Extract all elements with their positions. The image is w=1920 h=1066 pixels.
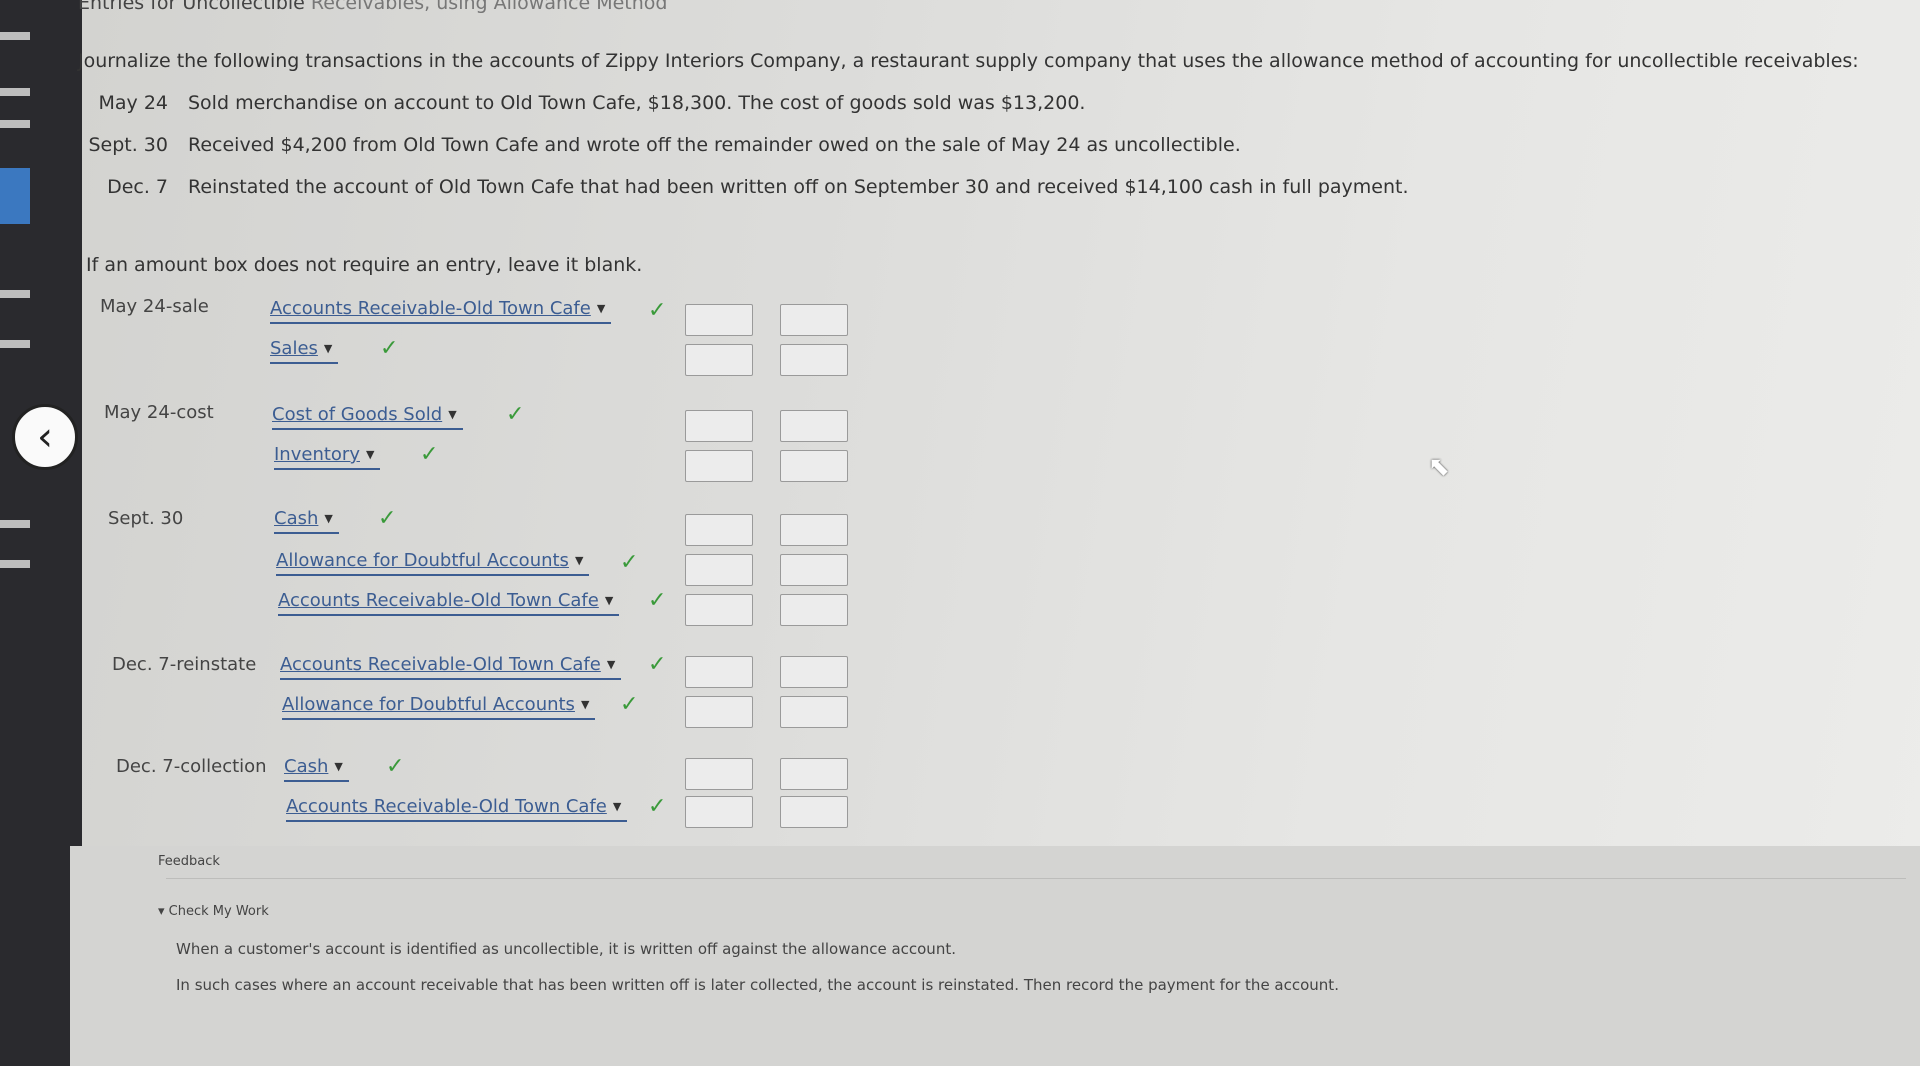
debit-input[interactable] xyxy=(685,656,753,688)
checkmark-icon: ✓ xyxy=(380,336,399,361)
checkmark-icon: ✓ xyxy=(386,754,405,779)
caret-down-icon: ▼ xyxy=(324,512,333,525)
checkmark-icon: ✓ xyxy=(620,550,639,575)
account-select[interactable]: Accounts Receivable-Old Town Cafe ▼ xyxy=(278,590,620,616)
caret-down-icon: ▼ xyxy=(448,408,457,421)
sidebar-stripe xyxy=(0,520,30,528)
caret-down-icon: ▼ xyxy=(365,448,375,461)
account-select[interactable]: Accounts Receivable-Old Town Cafe ▼ xyxy=(270,298,612,324)
debit-input[interactable] xyxy=(685,450,753,482)
chevron-left-icon: ‹ xyxy=(37,414,53,460)
transaction-row: May 24 Sold merchandise on account to Old… xyxy=(98,92,1086,114)
debit-input[interactable] xyxy=(685,410,753,442)
checkmark-icon: ✓ xyxy=(648,298,667,323)
debit-input[interactable] xyxy=(685,304,753,336)
credit-input[interactable] xyxy=(780,410,848,442)
sidebar-stripe xyxy=(0,32,30,40)
credit-input[interactable] xyxy=(780,304,848,336)
sidebar-stripe xyxy=(0,560,30,568)
credit-input[interactable] xyxy=(780,344,848,376)
account-select[interactable]: Accounts Receivable-Old Town Cafe ▼ xyxy=(286,796,628,822)
debit-input[interactable] xyxy=(685,344,753,376)
account-select[interactable]: Cash ▼ xyxy=(274,508,339,534)
account-select[interactable]: Accounts Receivable-Old Town Cafe ▼ xyxy=(280,654,622,680)
credit-input[interactable] xyxy=(780,656,848,688)
debit-input[interactable] xyxy=(685,796,753,828)
checkmark-icon: ✓ xyxy=(378,506,397,531)
checkmark-icon: ✓ xyxy=(648,652,667,677)
checkmark-icon: ✓ xyxy=(620,692,639,717)
credit-input[interactable] xyxy=(780,796,848,828)
transaction-row: Dec. 7 Reinstated the account of Old Town… xyxy=(107,176,1409,198)
caret-down-icon: ▼ xyxy=(604,594,614,607)
credit-input[interactable] xyxy=(780,758,848,790)
account-select[interactable]: Cost of Goods Sold ▼ xyxy=(272,404,463,430)
debit-input[interactable] xyxy=(685,696,753,728)
checkmark-icon: ✓ xyxy=(506,402,525,427)
mouse-pointer-icon: ⬉ xyxy=(1428,452,1450,482)
debit-input[interactable] xyxy=(685,514,753,546)
page-title: Entries for Uncollectible Receivables, u… xyxy=(78,0,668,14)
caret-down-icon: ▼ xyxy=(323,342,333,355)
checkmark-icon: ✓ xyxy=(420,442,439,467)
caret-down-icon: ▼ xyxy=(612,800,622,813)
feedback-text: When a customer's account is identified … xyxy=(176,940,956,958)
credit-input[interactable] xyxy=(780,450,848,482)
caret-down-icon: ▾ xyxy=(158,904,169,919)
sidebar-stripe xyxy=(0,120,30,128)
feedback-panel: Feedback ▾ Check My Work When a customer… xyxy=(70,846,1920,1066)
entry-label: May 24-sale xyxy=(100,296,209,317)
entry-label: Sept. 30 xyxy=(108,508,184,529)
account-select[interactable]: Allowance for Doubtful Accounts ▼ xyxy=(282,694,596,720)
account-select[interactable]: Inventory ▼ xyxy=(274,444,381,470)
debit-input[interactable] xyxy=(685,594,753,626)
entry-label: Dec. 7-collection xyxy=(116,756,267,777)
sidebar-stripe xyxy=(0,88,30,96)
back-button[interactable]: ‹ xyxy=(12,404,78,470)
feedback-text: In such cases where an account receivabl… xyxy=(176,976,1339,994)
caret-down-icon: ▼ xyxy=(574,554,584,567)
check-my-work-toggle[interactable]: ▾ Check My Work xyxy=(158,904,269,919)
caret-down-icon: ▼ xyxy=(606,658,616,671)
caret-down-icon: ▼ xyxy=(580,698,590,711)
account-select[interactable]: Allowance for Doubtful Accounts ▼ xyxy=(276,550,590,576)
credit-input[interactable] xyxy=(780,696,848,728)
checkmark-icon: ✓ xyxy=(648,588,667,613)
entry-label: May 24-cost xyxy=(104,402,214,423)
feedback-label: Feedback xyxy=(158,854,220,869)
transaction-row: Sept. 30 Received $4,200 from Old Town Ca… xyxy=(88,134,1241,156)
sidebar-stripe xyxy=(0,290,30,298)
debit-input[interactable] xyxy=(685,554,753,586)
checkmark-icon: ✓ xyxy=(648,794,667,819)
sidebar-stripe xyxy=(0,340,30,348)
entry-label: Dec. 7-reinstate xyxy=(112,654,257,675)
instructions-text: Journalize the following transactions in… xyxy=(78,50,1859,72)
sidebar-active-item[interactable] xyxy=(0,168,30,224)
debit-input[interactable] xyxy=(685,758,753,790)
credit-input[interactable] xyxy=(780,594,848,626)
caret-down-icon: ▼ xyxy=(596,302,606,315)
account-select[interactable]: Sales ▼ xyxy=(270,338,339,364)
hint-text: If an amount box does not require an ent… xyxy=(86,254,643,276)
screen: ‹ Entries for Uncollectible Receivables,… xyxy=(0,0,1920,1066)
divider xyxy=(166,878,1906,879)
credit-input[interactable] xyxy=(780,514,848,546)
credit-input[interactable] xyxy=(780,554,848,586)
caret-down-icon: ▼ xyxy=(334,760,343,773)
account-select[interactable]: Cash ▼ xyxy=(284,756,349,782)
